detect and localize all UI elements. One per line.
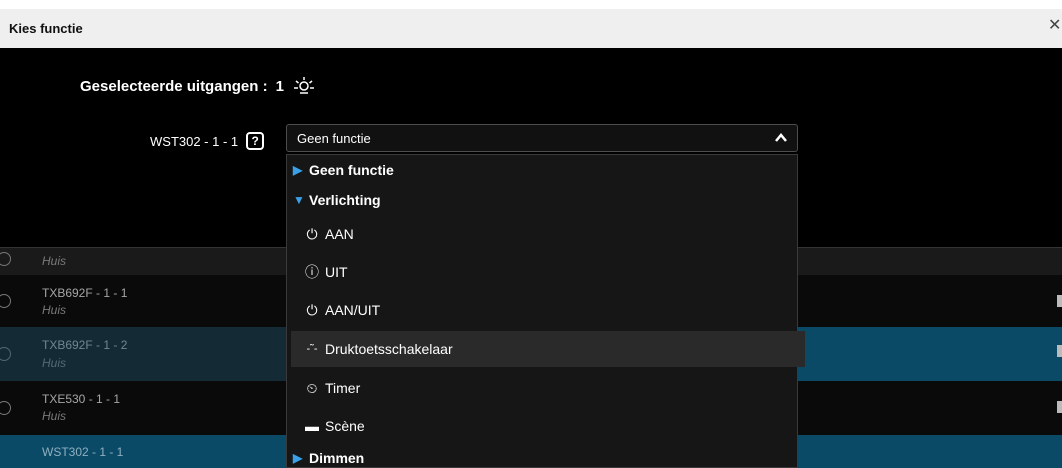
triangle-right-icon: ▶ [293, 163, 303, 177]
group-dimmen[interactable]: ▶ Dimmen [287, 447, 803, 468]
device-icon [0, 294, 11, 308]
device-icon [0, 401, 11, 415]
selected-outputs-count: 1 [275, 77, 284, 95]
switch-on-icon: ⏻ [306, 225, 318, 242]
switch-off-icon: ⓘ [305, 264, 319, 280]
close-icon[interactable]: ✕ [1048, 18, 1061, 34]
scene-icon: ▬ [305, 418, 319, 434]
group-label: Geen functie [309, 162, 394, 178]
power-icon: ⏻ [306, 301, 318, 318]
timer-icon: ⏲ [306, 379, 318, 396]
triangle-down-icon: ▼ [293, 193, 305, 207]
group-label: Dimmen [309, 450, 365, 466]
pushbutton-icon: -˜- [306, 343, 318, 355]
option-scene[interactable]: ▬ Scène [287, 409, 813, 443]
option-label: Scène [325, 418, 365, 434]
option-label: AAN [325, 226, 354, 242]
row-marker [1057, 345, 1062, 357]
list-item-location: Huis [42, 409, 67, 423]
field-row: WST302 - 1 - 1 ? [150, 132, 265, 150]
option-label: Timer [325, 380, 361, 396]
dialog-titlebar: Kies functie ✕ [0, 9, 1062, 48]
option-aan-uit[interactable]: ⏻ AAN/UIT [287, 293, 813, 327]
dialog-body: Geselecteerde uitgangen : 1 Huis TXB692F… [0, 48, 1062, 468]
dialog-title: Kies functie [9, 21, 83, 36]
row-marker [1057, 295, 1062, 307]
option-timer[interactable]: ⏲ Timer [287, 371, 813, 405]
triangle-right-icon: ▶ [293, 451, 303, 465]
row-marker [1057, 401, 1062, 413]
option-label: Druktoetsschakelaar [325, 341, 453, 357]
list-item-name: TXB692F - 1 - 1 [42, 286, 128, 300]
group-verlichting[interactable]: ▼ Verlichting [287, 187, 803, 213]
function-select[interactable]: Geen functie [286, 124, 798, 152]
device-icon [0, 252, 11, 266]
option-aan[interactable]: ⏻ AAN [287, 217, 813, 251]
list-item-name: TXE530 - 1 - 1 [42, 392, 121, 406]
function-dropdown[interactable]: ▶ Geen functie ▼ Verlichting ⏻ AAN ⓘ UIT… [286, 154, 805, 468]
group-label: Verlichting [309, 192, 381, 208]
option-label: AAN/UIT [325, 302, 381, 318]
function-select-value: Geen functie [297, 130, 371, 146]
chevron-up-icon [775, 133, 787, 142]
selected-outputs-label: Geselecteerde uitgangen : [80, 77, 268, 95]
selected-row-highlight [798, 327, 1062, 381]
list-item-location: Huis [42, 303, 67, 317]
list-item-location: Huis [42, 254, 67, 268]
group-geen-functie[interactable]: ▶ Geen functie [287, 157, 803, 183]
help-icon[interactable]: ? [246, 132, 265, 150]
selected-outputs: Geselecteerde uitgangen : 1 [80, 76, 316, 96]
option-uit[interactable]: ⓘ UIT [287, 255, 813, 289]
option-druktoetsschakelaar[interactable]: -˜- Druktoetsschakelaar [291, 331, 805, 367]
list-item-name: WST302 - 1 - 1 [42, 445, 124, 459]
selected-row-highlight [0, 327, 286, 381]
option-label: UIT [325, 264, 348, 280]
light-bulb-icon [293, 77, 314, 94]
field-label: WST302 - 1 - 1 [150, 133, 239, 149]
